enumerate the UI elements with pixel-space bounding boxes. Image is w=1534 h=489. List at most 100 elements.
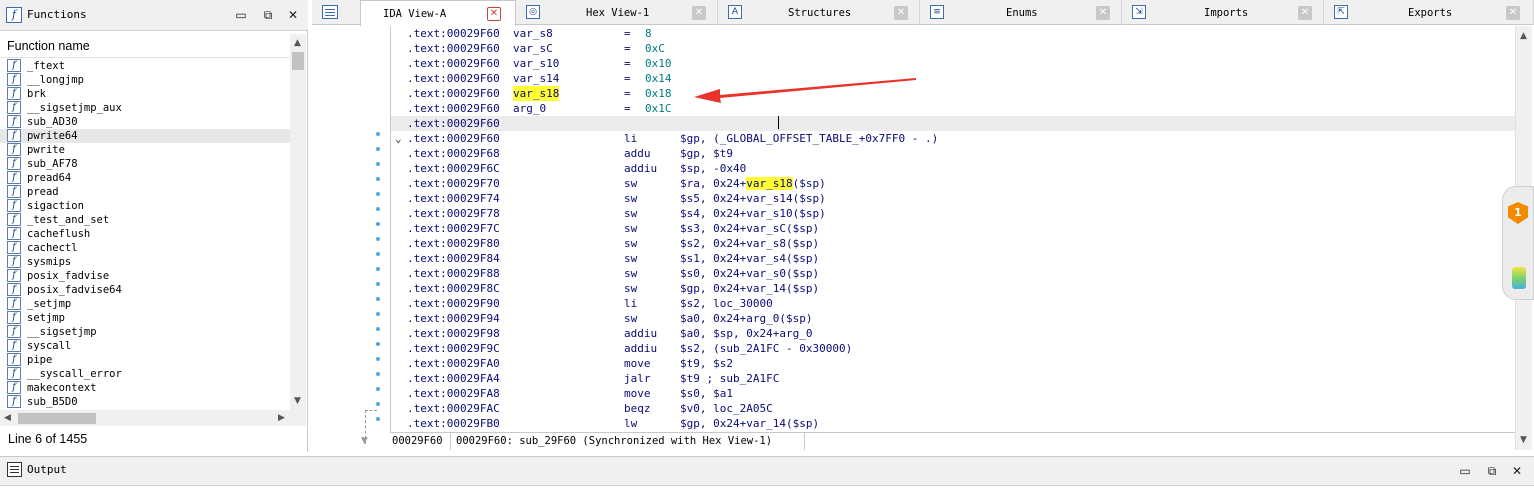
close-icon[interactable]: ✕ [286, 8, 300, 22]
function-list-horizontal-scrollbar[interactable]: ◀ ▶ [0, 410, 306, 426]
stack-var-offset: 0x10 [645, 57, 672, 70]
mnemonic: sw [624, 312, 638, 325]
scroll-left-icon[interactable]: ◀ [4, 412, 11, 424]
function-list-item[interactable]: f _setjmp [0, 297, 290, 311]
function-list-item[interactable]: f __sigsetjmp [0, 325, 290, 339]
function-list-item[interactable]: f pread [0, 185, 290, 199]
stack-var-line[interactable]: .text:00029F60 var_sC = 0xC [391, 41, 1515, 56]
tab-exports[interactable]: ⇱ Exports ✕ [1324, 0, 1534, 25]
function-list-item[interactable]: f posix_fadvise64 [0, 283, 290, 297]
operands: $s0, 0x24+var_s0($sp) [680, 267, 820, 280]
output-content[interactable] [0, 485, 1534, 489]
function-name: syscall [27, 340, 72, 352]
instruction-line[interactable]: .text:00029F9C addiu $s2, (sub_2A1FC - 0x3… [391, 341, 1515, 356]
instruction-line[interactable]: .text:00029F74 sw $s5, 0x24+var_s14($sp) [391, 191, 1515, 206]
scroll-right-icon[interactable]: ▶ [278, 412, 285, 424]
minimize-icon[interactable]: ▭ [234, 8, 248, 22]
scroll-down-icon[interactable]: ▼ [294, 395, 301, 407]
function-icon: f [7, 87, 21, 100]
stack-var-line[interactable]: .text:00029F60 var_s8 = 8 [391, 26, 1515, 41]
instruction-line[interactable]: .text:00029F98 addiu $a0, $sp, 0x24+arg_0 [391, 326, 1515, 341]
function-list[interactable]: Function name f _ftext f __longjmp f brk f __si… [0, 34, 306, 426]
close-tab-icon[interactable]: ✕ [894, 6, 908, 20]
current-line[interactable]: .text:00029F60 [391, 116, 1515, 131]
column-header-label: Function name [7, 39, 90, 53]
instruction-line[interactable]: .text:00029FAC beqz $v0, loc_2A05C [391, 401, 1515, 416]
function-list-item[interactable]: f cachectl [0, 241, 290, 255]
tab-imports[interactable]: ⇲ Imports ✕ [1122, 0, 1324, 25]
tab-structures[interactable]: A Structures ✕ [718, 0, 920, 25]
function-list-item[interactable]: f sub_AD30 [0, 115, 290, 129]
function-list-vertical-scrollbar[interactable]: ▲ ▼ [290, 34, 306, 410]
scroll-up-icon[interactable]: ▲ [1520, 30, 1527, 42]
function-list-item[interactable]: f makecontext [0, 381, 290, 395]
function-list-item[interactable]: f setjmp [0, 311, 290, 325]
function-list-item[interactable]: f sub_B5D0 [0, 395, 290, 409]
notification-badge[interactable]: 1 [1508, 202, 1528, 224]
function-list-item[interactable]: f sub_AF78 [0, 157, 290, 171]
instruction-line[interactable]: .text:00029F84 sw $s1, 0x24+var_s4($sp) [391, 251, 1515, 266]
instruction-line[interactable]: .text:00029FB0 lw $gp, 0x24+var_14($sp) [391, 416, 1515, 431]
tab-hex-view-1[interactable]: ◎ Hex View-1 ✕ [516, 0, 718, 25]
close-icon[interactable]: ✕ [1510, 464, 1524, 478]
restore-icon[interactable]: ⧉ [261, 8, 275, 22]
function-list-item[interactable]: f sysmips [0, 255, 290, 269]
function-icon: f [7, 73, 21, 86]
instruction-line[interactable]: .text:00029F7C sw $s3, 0x24+var_sC($sp) [391, 221, 1515, 236]
function-icon: f [7, 59, 21, 72]
instruction-line[interactable]: .text:00029F94 sw $a0, 0x24+arg_0($sp) [391, 311, 1515, 326]
collapse-chevron-icon[interactable]: ⌄ [395, 131, 402, 146]
instruction-line[interactable]: .text:00029F88 sw $s0, 0x24+var_s0($sp) [391, 266, 1515, 281]
function-list-item[interactable]: f __longjmp [0, 73, 290, 87]
stack-var-line[interactable]: .text:00029F60 var_s18 = 0x18 [391, 86, 1515, 101]
tab-ida-view-a[interactable]: IDA View-A ✕ [360, 0, 516, 26]
function-name: pread [27, 186, 59, 198]
function-list-item[interactable]: f __syscall_error [0, 367, 290, 381]
stack-var-line[interactable]: .text:00029F60 var_s14 = 0x14 [391, 71, 1515, 86]
restore-icon[interactable]: ⧉ [1485, 464, 1499, 478]
function-list-item[interactable]: f _test_and_set [0, 213, 290, 227]
close-tab-icon[interactable]: ✕ [1298, 6, 1312, 20]
stack-var-line[interactable]: .text:00029F60 arg_0 = 0x1C [391, 101, 1515, 116]
tab-enums[interactable]: ≡ Enums ✕ [920, 0, 1122, 25]
function-list-item[interactable]: f __sigsetjmp_aux [0, 101, 290, 115]
instruction-line[interactable]: .text:00029F78 sw $s4, 0x24+var_s10($sp) [391, 206, 1515, 221]
function-list-item[interactable]: f pwrite [0, 143, 290, 157]
function-list-item[interactable]: f sigaction [0, 199, 290, 213]
function-list-item[interactable]: f syscall [0, 339, 290, 353]
function-list-item[interactable]: f brk [0, 87, 290, 101]
instruction-line[interactable]: .text:00029F68 addu $gp, $t9 [391, 146, 1515, 161]
instruction-line[interactable]: .text:00029F70 sw $ra, 0x24+var_s18($sp) [391, 176, 1515, 191]
instruction-line[interactable]: .text:00029F6C addiu $sp, -0x40 [391, 161, 1515, 176]
function-list-item[interactable]: f posix_fadvise [0, 269, 290, 283]
stack-var-line[interactable]: .text:00029F60 var_s10 = 0x10 [391, 56, 1515, 71]
close-tab-icon[interactable]: ✕ [1096, 6, 1110, 20]
function-list-item[interactable]: f pipe [0, 353, 290, 367]
floating-assistant-widget[interactable]: 1 [1502, 186, 1534, 300]
minimize-icon[interactable]: ▭ [1458, 464, 1472, 478]
instruction-line[interactable]: .text:00029F90 li $s2, loc_30000 [391, 296, 1515, 311]
scroll-up-icon[interactable]: ▲ [294, 37, 301, 49]
tabbar-leading-icon[interactable] [322, 5, 338, 19]
function-list-item[interactable]: f cacheflush [0, 227, 290, 241]
scrollbar-thumb[interactable] [18, 413, 96, 424]
line-address: .text:00029F98 [407, 327, 500, 340]
function-list-item[interactable]: f pwrite64 [0, 129, 290, 143]
instruction-line[interactable]: .text:00029FA0 move $t9, $s2 [391, 356, 1515, 371]
function-list-item[interactable]: f _ftext [0, 59, 290, 73]
function-list-item[interactable]: f pread64 [0, 171, 290, 185]
instruction-line[interactable]: .text:00029F8C sw $gp, 0x24+var_14($sp) [391, 281, 1515, 296]
scroll-down-icon[interactable]: ▼ [1520, 434, 1527, 446]
function-name-column-header[interactable]: Function name [0, 34, 290, 58]
instruction-line[interactable]: ⌄ .text:00029F60 li $gp, (_GLOBAL_OFFSET_TA… [391, 131, 1515, 146]
margin-dot [376, 177, 380, 181]
stack-var-name: var_sC [513, 42, 553, 55]
close-tab-icon[interactable]: ✕ [692, 6, 706, 20]
instruction-line[interactable]: .text:00029FA8 move $s0, $a1 [391, 386, 1515, 401]
disassembly-view[interactable]: .text:00029F60 var_s8 = 8 .text:00029F60 var_… [390, 26, 1515, 432]
instruction-line[interactable]: .text:00029FA4 jalr $t9 ; sub_2A1FC [391, 371, 1515, 386]
close-tab-icon[interactable]: ✕ [1506, 6, 1520, 20]
scrollbar-thumb[interactable] [292, 52, 304, 70]
close-tab-icon[interactable]: ✕ [487, 7, 501, 21]
instruction-line[interactable]: .text:00029F80 sw $s2, 0x24+var_s8($sp) [391, 236, 1515, 251]
